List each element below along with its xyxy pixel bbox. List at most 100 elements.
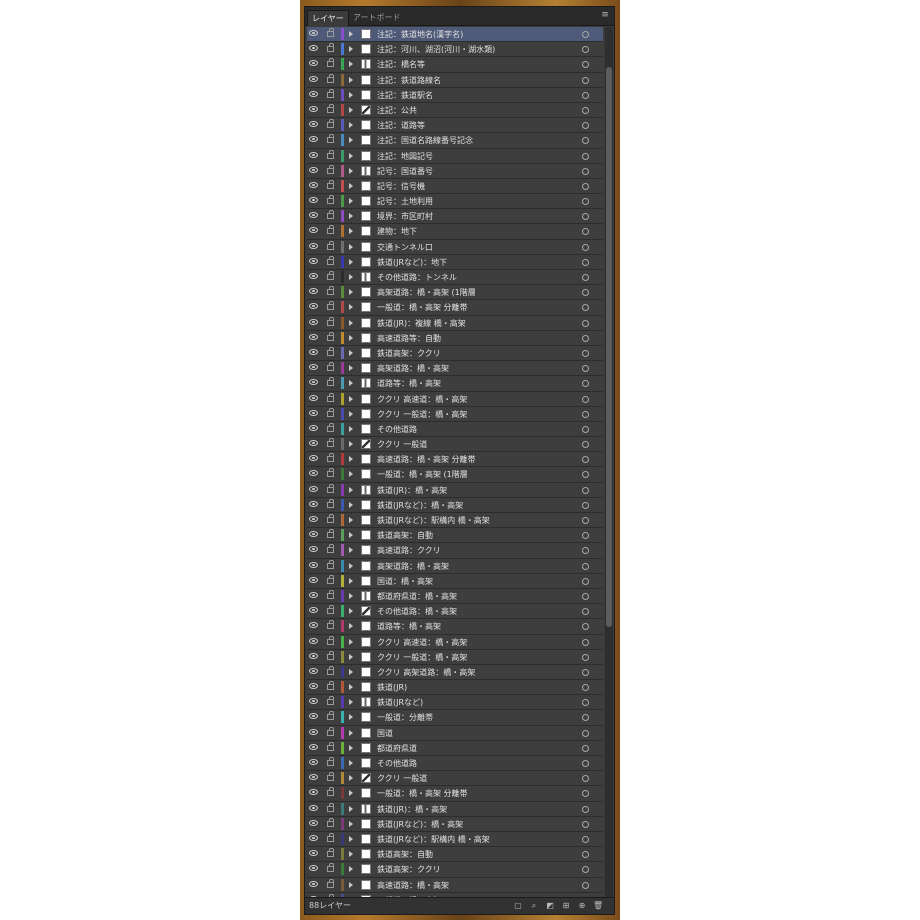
layer-row[interactable]: 注記：地図記号	[307, 148, 603, 164]
layer-name[interactable]: 一般道：橋・高架 分離帯	[377, 301, 577, 314]
layer-row[interactable]: 鉄道(JRなど)	[307, 695, 603, 711]
target-circle-icon[interactable]	[582, 668, 589, 676]
visibility-eye-icon[interactable]	[309, 424, 318, 431]
target-circle-icon[interactable]	[582, 91, 589, 99]
target-circle-icon[interactable]	[582, 820, 589, 828]
layer-name[interactable]: 鉄道(JRなど)：駅構内 橋・高架	[377, 833, 577, 846]
lock-icon[interactable]	[327, 331, 334, 341]
layer-name[interactable]: 道路等：橋・高架	[377, 377, 577, 390]
expand-triangle-icon[interactable]	[349, 122, 353, 129]
expand-triangle-icon[interactable]	[349, 820, 353, 827]
layer-name[interactable]: 高速道路等：自動	[377, 332, 577, 345]
layer-row[interactable]: 注記：河川、湖沼(河川・湖水類)	[307, 42, 603, 58]
target-circle-icon[interactable]	[582, 866, 589, 874]
lock-icon[interactable]	[327, 620, 334, 630]
layer-name[interactable]: ククリ 一般道：橋・高架	[377, 651, 577, 664]
layer-list-scrollbar[interactable]	[605, 27, 613, 897]
layer-name[interactable]: 鉄道(JR)：橋・高架	[377, 484, 577, 497]
layer-name[interactable]: 記号：信号機	[377, 180, 577, 193]
target-circle-icon[interactable]	[582, 881, 589, 889]
lock-icon[interactable]	[327, 422, 334, 432]
layer-row[interactable]: その他道路	[307, 421, 603, 438]
target-circle-icon[interactable]	[582, 729, 589, 737]
lock-icon[interactable]	[327, 498, 334, 508]
layer-name[interactable]: 建物：地下	[377, 225, 577, 238]
layer-name[interactable]: 記号：土地利用	[377, 195, 577, 208]
expand-triangle-icon[interactable]	[349, 881, 353, 888]
visibility-eye-icon[interactable]	[309, 440, 318, 447]
expand-triangle-icon[interactable]	[349, 46, 353, 53]
layer-row[interactable]: 鉄道(JR)：複線 橋・高架	[307, 315, 603, 331]
target-circle-icon[interactable]	[582, 486, 589, 494]
target-circle-icon[interactable]	[582, 577, 589, 585]
lock-icon[interactable]	[327, 119, 334, 129]
visibility-eye-icon[interactable]	[309, 364, 318, 371]
layer-name[interactable]: その他道路：橋・高架	[377, 605, 577, 618]
lock-icon[interactable]	[327, 589, 334, 599]
layer-name[interactable]: 高架道路：橋・高架 (1階層	[377, 286, 577, 299]
lock-icon[interactable]	[327, 179, 334, 189]
visibility-eye-icon[interactable]	[309, 409, 318, 416]
target-circle-icon[interactable]	[582, 46, 589, 54]
visibility-eye-icon[interactable]	[309, 759, 318, 765]
layer-name[interactable]: 注記：地図記号	[377, 150, 577, 163]
lock-icon[interactable]	[327, 88, 334, 98]
layer-name[interactable]: 鉄道(JRなど)	[377, 696, 577, 709]
target-circle-icon[interactable]	[582, 228, 589, 236]
target-circle-icon[interactable]	[582, 562, 589, 570]
layer-name[interactable]: 注記：河川、湖沼(河川・湖水類)	[377, 43, 577, 56]
visibility-eye-icon[interactable]	[309, 652, 318, 659]
visibility-eye-icon[interactable]	[309, 576, 318, 583]
visibility-eye-icon[interactable]	[309, 667, 318, 674]
layer-name[interactable]: その他道路	[377, 757, 577, 770]
target-circle-icon[interactable]	[582, 592, 589, 600]
visibility-eye-icon[interactable]	[309, 242, 318, 249]
lock-icon[interactable]	[327, 73, 334, 83]
visibility-eye-icon[interactable]	[309, 121, 318, 128]
target-circle-icon[interactable]	[582, 714, 589, 722]
visibility-eye-icon[interactable]	[309, 273, 318, 279]
layer-row[interactable]: 鉄道高架：自動	[307, 847, 603, 863]
tab-layers[interactable]: レイヤー	[307, 10, 349, 26]
layer-row[interactable]: 境界：市区町村	[307, 209, 603, 225]
expand-triangle-icon[interactable]	[349, 258, 353, 265]
layer-name[interactable]: 鉄道高架：自動	[377, 848, 577, 861]
expand-triangle-icon[interactable]	[349, 608, 353, 615]
layer-name[interactable]: 高速道路：橋・高架 分離帯	[377, 453, 577, 466]
visibility-eye-icon[interactable]	[309, 591, 318, 598]
lock-icon[interactable]	[327, 772, 334, 782]
layer-name[interactable]: 鉄道(JR)：橋・高架	[377, 803, 577, 816]
expand-triangle-icon[interactable]	[349, 274, 353, 280]
visibility-eye-icon[interactable]	[309, 303, 318, 310]
target-circle-icon[interactable]	[582, 441, 589, 449]
expand-triangle-icon[interactable]	[349, 289, 353, 296]
export-icon[interactable]: ▢	[513, 901, 523, 910]
layer-row[interactable]: 注記：鉄道駅名	[307, 87, 603, 103]
layer-name[interactable]: 国道：橋・高架	[377, 575, 577, 588]
target-circle-icon[interactable]	[582, 638, 589, 646]
visibility-eye-icon[interactable]	[309, 318, 318, 325]
layer-row[interactable]: 鉄道(JRなど)：地下	[307, 254, 603, 270]
expand-triangle-icon[interactable]	[349, 517, 353, 523]
lock-icon[interactable]	[327, 58, 334, 68]
visibility-eye-icon[interactable]	[309, 166, 318, 173]
lock-icon[interactable]	[327, 650, 334, 660]
target-circle-icon[interactable]	[582, 456, 589, 464]
lock-icon[interactable]	[327, 817, 334, 827]
layer-row[interactable]: 注記：公共	[307, 102, 603, 119]
layer-name[interactable]: 一般道：橋・高架 (1階層	[377, 468, 577, 481]
layer-row[interactable]: 鉄道高架：自動	[307, 528, 603, 544]
layer-name[interactable]: 高速道路：橋・高架	[377, 879, 577, 892]
expand-triangle-icon[interactable]	[349, 471, 353, 478]
layer-row[interactable]: 鉄道高架：ククリ	[307, 862, 603, 878]
lock-icon[interactable]	[327, 195, 334, 205]
expand-triangle-icon[interactable]	[349, 790, 353, 797]
expand-triangle-icon[interactable]	[349, 577, 353, 584]
expand-triangle-icon[interactable]	[349, 760, 353, 766]
expand-triangle-icon[interactable]	[349, 167, 353, 174]
target-circle-icon[interactable]	[582, 31, 589, 38]
lock-icon[interactable]	[327, 240, 334, 250]
layer-row[interactable]: 鉄道(JRなど)：橋・高架	[307, 497, 603, 513]
layer-name[interactable]: 高架道路：橋・高架	[377, 560, 577, 573]
lock-icon[interactable]	[327, 483, 334, 493]
